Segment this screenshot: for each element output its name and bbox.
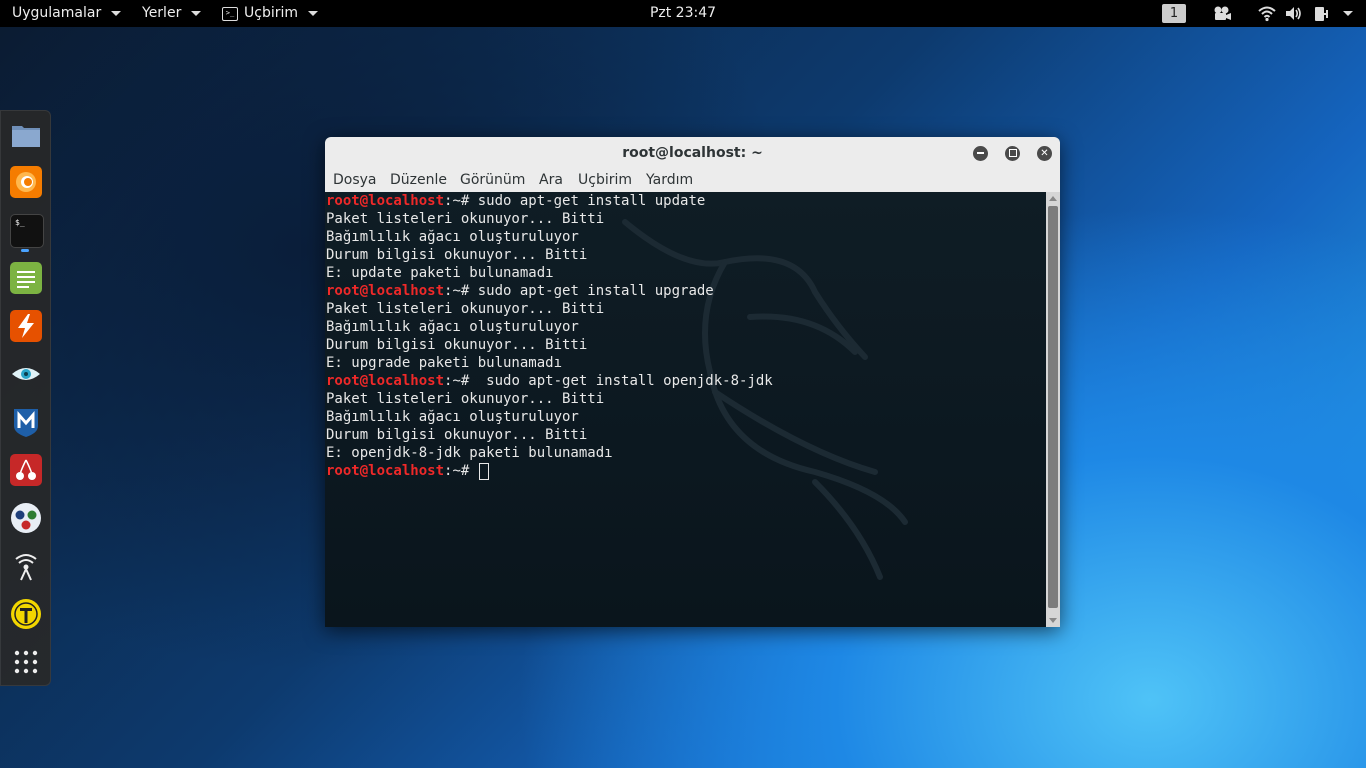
menu-search[interactable]: Ara: [539, 172, 563, 188]
scroll-up-icon[interactable]: [1049, 196, 1057, 201]
terminal-output-line: Paket listeleri okunuyor... Bitti: [326, 301, 605, 317]
prompt-path: :~#: [444, 193, 478, 209]
close-button[interactable]: ✕: [1037, 146, 1052, 161]
burpsuite-icon: [18, 314, 34, 338]
window-titlebar[interactable]: root@localhost: ~: [325, 137, 1060, 169]
eye-icon: [12, 368, 40, 380]
top-bar: Uygulamalar Yerler >_ Uçbirim Pzt 23:47 …: [0, 0, 1366, 27]
prompt-path: :~#: [444, 283, 478, 299]
workspace-indicator[interactable]: 1: [1162, 4, 1186, 23]
command-text: sudo apt-get install openjdk-8-jdk: [477, 373, 773, 389]
minimize-button[interactable]: [973, 146, 988, 161]
terminal-prompt-line: root@localhost:~# sudo apt-get install u…: [326, 192, 773, 210]
dock-terminal[interactable]: $_: [10, 214, 44, 248]
menu-view[interactable]: Görünüm: [460, 172, 525, 188]
dock-notes[interactable]: [10, 262, 42, 294]
clock[interactable]: Pzt 23:47: [650, 5, 716, 21]
dock-show-apps[interactable]: [10, 646, 42, 678]
maximize-button[interactable]: [1005, 146, 1020, 161]
files-icon: [12, 126, 40, 147]
prompt-host: root@localhost: [326, 463, 445, 479]
video-camera-icon[interactable]: [1212, 5, 1232, 22]
show-apps-icon: [14, 650, 38, 674]
maximize-icon: [1008, 149, 1017, 157]
terminal-output-line: E: upgrade paketi bulunamadı: [326, 355, 563, 371]
system-menu-chevron-icon[interactable]: [1343, 11, 1353, 16]
chevron-down-icon: [111, 11, 122, 16]
dock-eye-tool[interactable]: [10, 358, 42, 390]
chevron-down-icon: [191, 11, 202, 16]
terminal-output[interactable]: root@localhost:~# sudo apt-get install u…: [325, 192, 1046, 627]
applications-menu[interactable]: Uygulamalar: [12, 0, 122, 27]
window-title: root@localhost: ~: [622, 145, 763, 161]
command-text: sudo apt-get install upgrade: [477, 283, 714, 299]
terminal-icon: $_: [15, 218, 25, 227]
terminal-output-line: Durum bilgisi okunuyor... Bitti: [326, 427, 588, 443]
chevron-down-icon: [308, 11, 319, 16]
terminal-output-line: Paket listeleri okunuyor... Bitti: [326, 211, 605, 227]
volume-icon[interactable]: [1285, 5, 1303, 22]
scrollbar-thumb[interactable]: [1048, 206, 1058, 608]
minimize-icon: [977, 152, 984, 154]
terminal-scrollbar[interactable]: [1046, 192, 1060, 627]
close-icon: ✕: [1040, 148, 1049, 159]
dock-wifi-tool[interactable]: [10, 550, 42, 582]
dock-firefox[interactable]: [10, 166, 42, 198]
terminal-lines: root@localhost:~# sudo apt-get install u…: [326, 192, 773, 480]
terminal-output-line: E: openjdk-8-jdk paketi bulunamadı: [326, 445, 613, 461]
dock-cherrytree[interactable]: [10, 454, 42, 486]
power-icon[interactable]: [1314, 5, 1330, 22]
dock-radio-tool[interactable]: [10, 598, 42, 630]
radio-tool-icon: [11, 599, 41, 629]
terminal-icon: >_: [222, 6, 238, 21]
prompt-host: root@localhost: [326, 193, 445, 209]
terminal-output-line: Bağımlılık ağacı oluşturuluyor: [326, 409, 579, 425]
menu-terminal[interactable]: Uçbirim: [578, 172, 632, 188]
terminal-output-line: Durum bilgisi okunuyor... Bitti: [326, 337, 588, 353]
dock-maltego[interactable]: [10, 502, 42, 534]
wifi-icon[interactable]: [1258, 5, 1276, 22]
terminal-output-line: Durum bilgisi okunuyor... Bitti: [326, 247, 588, 263]
places-menu[interactable]: Yerler: [142, 0, 202, 27]
cherry-icon: [16, 459, 36, 480]
terminal-prompt-line: root@localhost:~# sudo apt-get install u…: [326, 282, 773, 300]
menu-bar: Dosya Düzenle Görünüm Ara Uçbirim Yardım: [325, 169, 1060, 192]
terminal-prompt-line: root@localhost:~# sudo apt-get install o…: [326, 372, 773, 390]
terminal-output-line: E: update paketi bulunamadı: [326, 265, 554, 281]
dock-burpsuite[interactable]: [10, 310, 42, 342]
terminal-window: root@localhost: ~ ✕ Dosya Düzenle Görünü…: [325, 137, 1060, 627]
firefox-icon: [16, 172, 36, 192]
menu-help[interactable]: Yardım: [646, 172, 693, 188]
terminal-app-label: Uçbirim: [244, 5, 299, 21]
places-label: Yerler: [142, 5, 182, 21]
notes-icon: [17, 271, 35, 288]
terminal-output-line: Paket listeleri okunuyor... Bitti: [326, 391, 605, 407]
scroll-down-icon[interactable]: [1049, 618, 1057, 623]
wifi-tool-icon: [15, 554, 37, 581]
menu-file[interactable]: Dosya: [333, 172, 377, 188]
prompt-host: root@localhost: [326, 283, 445, 299]
command-text: sudo apt-get install update: [477, 193, 706, 209]
dock-metasploit[interactable]: [10, 406, 42, 438]
dock-files[interactable]: [10, 119, 42, 151]
prompt-path: :~#: [444, 373, 478, 389]
maltego-icon: [11, 503, 41, 533]
metasploit-icon: [14, 409, 38, 437]
terminal-output-line: Bağımlılık ağacı oluşturuluyor: [326, 229, 579, 245]
prompt-path: :~#: [444, 463, 478, 479]
menu-edit[interactable]: Düzenle: [390, 172, 447, 188]
running-indicator: [21, 249, 29, 252]
applications-label: Uygulamalar: [12, 5, 102, 21]
text-cursor: [478, 462, 489, 480]
terminal-prompt-line: root@localhost:~#: [326, 462, 773, 480]
prompt-host: root@localhost: [326, 373, 445, 389]
dock: $_: [0, 110, 51, 686]
terminal-app-menu[interactable]: >_ Uçbirim: [222, 0, 319, 27]
terminal-output-line: Bağımlılık ağacı oluşturuluyor: [326, 319, 579, 335]
